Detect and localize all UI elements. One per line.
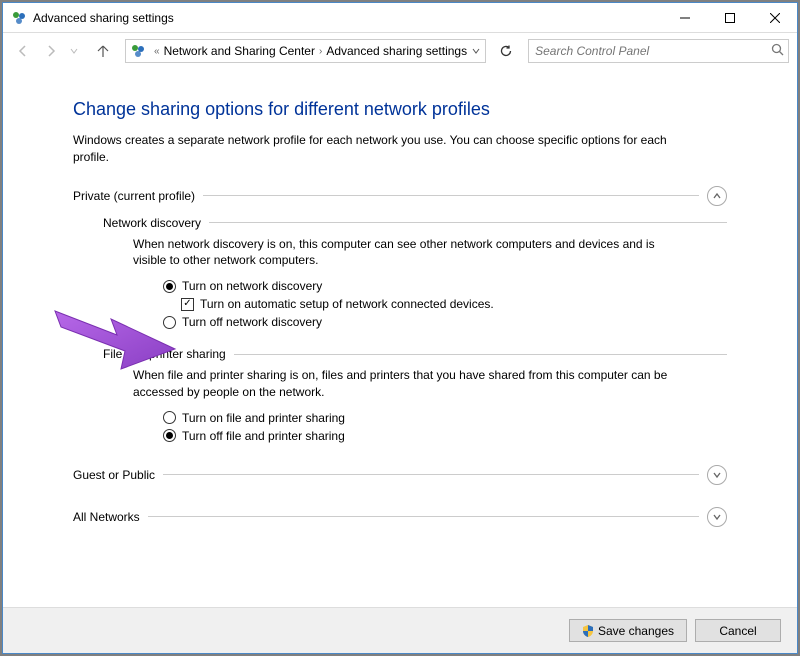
radio-label: Turn off file and printer sharing — [182, 429, 345, 443]
refresh-button[interactable] — [494, 39, 518, 63]
search-input[interactable] — [529, 44, 766, 58]
radio-turn-on-network-discovery[interactable]: Turn on network discovery — [163, 279, 727, 293]
cancel-button[interactable]: Cancel — [695, 619, 781, 642]
forward-button[interactable] — [39, 39, 63, 63]
radio-turn-off-file-printer-sharing[interactable]: Turn off file and printer sharing — [163, 429, 727, 443]
save-changes-label: Save changes — [598, 624, 674, 638]
radio-turn-off-network-discovery[interactable]: Turn off network discovery — [163, 315, 727, 329]
breadcrumb-chevron-icon: › — [315, 46, 326, 57]
radio-icon — [163, 429, 176, 442]
network-discovery-description: When network discovery is on, this compu… — [133, 236, 673, 270]
checkbox-auto-setup-devices[interactable]: ✓ Turn on automatic setup of network con… — [181, 297, 727, 311]
radio-label: Turn on file and printer sharing — [182, 411, 345, 425]
minimize-button[interactable] — [662, 3, 707, 32]
close-button[interactable] — [752, 3, 797, 32]
window-title: Advanced sharing settings — [33, 11, 174, 25]
breadcrumb-item-advanced-sharing[interactable]: Advanced sharing settings — [326, 44, 467, 58]
section-guest-label: Guest or Public — [73, 468, 155, 482]
section-private-header[interactable]: Private (current profile) — [73, 186, 727, 206]
search-icon[interactable] — [766, 43, 788, 59]
back-button[interactable] — [11, 39, 35, 63]
section-all-networks-label: All Networks — [73, 510, 140, 524]
subsection-network-discovery-header: Network discovery — [103, 216, 727, 230]
radio-icon — [163, 411, 176, 424]
radio-icon — [163, 280, 176, 293]
expand-all-networks-button[interactable] — [707, 507, 727, 527]
up-button[interactable] — [91, 39, 115, 63]
file-printer-description: When file and printer sharing is on, fil… — [133, 367, 673, 401]
section-private-label: Private (current profile) — [73, 189, 195, 203]
network-sharing-icon — [130, 43, 146, 59]
cancel-label: Cancel — [719, 624, 756, 638]
breadcrumb-item-network-sharing-center[interactable]: Network and Sharing Center — [164, 44, 315, 58]
window-frame: Advanced sharing settings — [2, 2, 798, 654]
collapse-private-button[interactable] — [707, 186, 727, 206]
titlebar: Advanced sharing settings — [3, 3, 797, 33]
file-printer-label: File and printer sharing — [103, 347, 226, 361]
network-discovery-label: Network discovery — [103, 216, 201, 230]
checkbox-icon: ✓ — [181, 298, 194, 311]
breadcrumb-separator: « — [150, 46, 164, 57]
radio-icon — [163, 316, 176, 329]
control-panel-icon — [11, 10, 27, 26]
content-area: Change sharing options for different net… — [3, 69, 797, 607]
maximize-button[interactable] — [707, 3, 752, 32]
checkbox-label: Turn on automatic setup of network conne… — [200, 297, 494, 311]
navbar: « Network and Sharing Center › Advanced … — [3, 33, 797, 69]
uac-shield-icon — [582, 625, 594, 637]
radio-label: Turn on network discovery — [182, 279, 322, 293]
radio-label: Turn off network discovery — [182, 315, 322, 329]
section-guest-header[interactable]: Guest or Public — [73, 465, 727, 485]
breadcrumb[interactable]: « Network and Sharing Center › Advanced … — [125, 39, 486, 63]
save-changes-button[interactable]: Save changes — [569, 619, 687, 642]
search-box[interactable] — [528, 39, 789, 63]
page-description: Windows creates a separate network profi… — [73, 132, 673, 166]
footer: Save changes Cancel — [3, 607, 797, 653]
radio-turn-on-file-printer-sharing[interactable]: Turn on file and printer sharing — [163, 411, 727, 425]
subsection-file-printer-header: File and printer sharing — [103, 347, 727, 361]
breadcrumb-dropdown[interactable] — [467, 44, 485, 58]
page-title: Change sharing options for different net… — [73, 99, 727, 120]
expand-guest-button[interactable] — [707, 465, 727, 485]
recent-dropdown[interactable] — [67, 39, 81, 63]
section-all-networks-header[interactable]: All Networks — [73, 507, 727, 527]
